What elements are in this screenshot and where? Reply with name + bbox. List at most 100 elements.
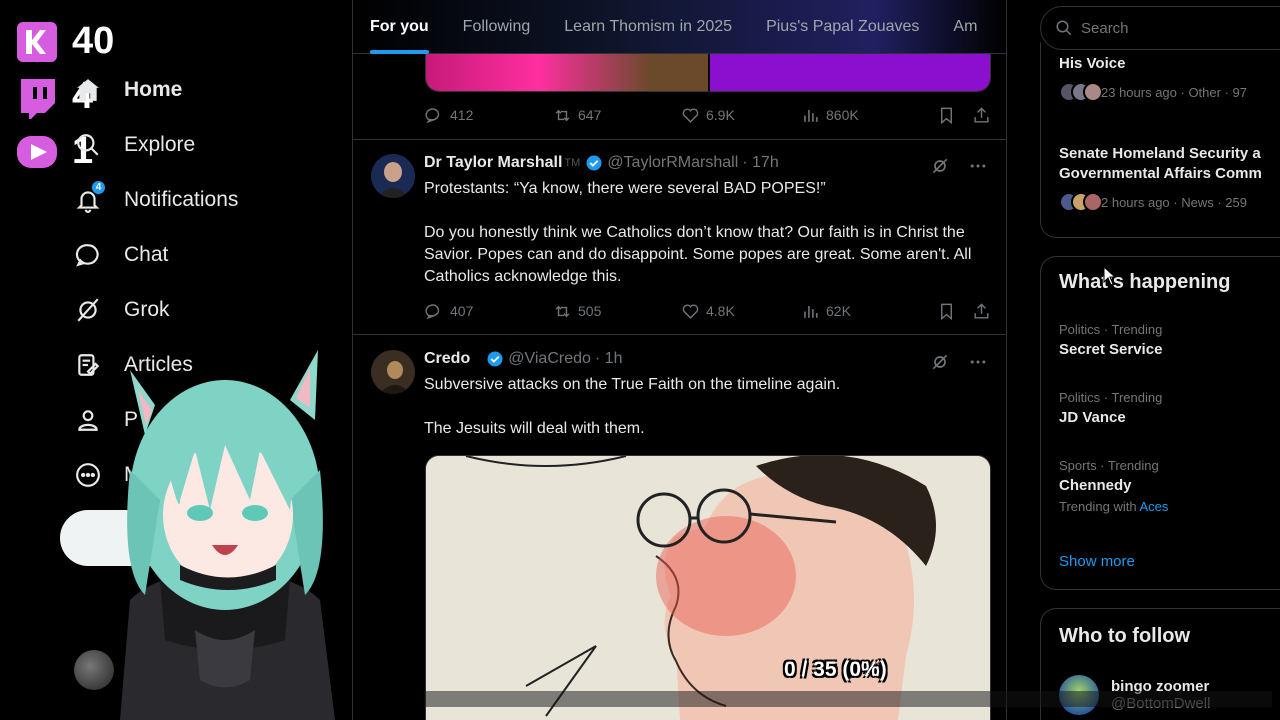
kick-count: 40	[72, 20, 115, 62]
progress-track	[424, 691, 1272, 707]
home-icon	[70, 72, 106, 108]
notifications-badge: 4	[91, 179, 106, 195]
post-header: Credo @ViaCredo · 1h	[424, 350, 622, 368]
twitch-logo-icon	[14, 74, 60, 120]
tab-papal-zouaves[interactable]: Pius's Papal Zouaves	[749, 0, 936, 54]
bookmark-icon[interactable]	[937, 302, 956, 321]
nav-chat[interactable]: Chat	[70, 227, 350, 282]
vtuber-avatar-overlay	[120, 350, 335, 720]
views-icon	[804, 109, 818, 122]
post-avatar[interactable]	[371, 350, 415, 394]
news-title: Senate Homeland Security a Governmental …	[1059, 145, 1262, 182]
repost-icon	[555, 109, 570, 121]
trend-with: Trending with Aces	[1059, 499, 1280, 514]
post-text: Protestants: “Ya know, there were severa…	[424, 180, 972, 285]
grok-icon	[70, 292, 106, 328]
nav-grok[interactable]: Grok	[70, 282, 350, 337]
nav-explore[interactable]: Explore	[70, 117, 350, 172]
trend-context: Sports · Trending	[1059, 458, 1159, 473]
verified-badge-icon	[586, 155, 602, 171]
post-time[interactable]: · 17h	[742, 154, 778, 172]
nav-notifications[interactable]: 4 Notifications	[70, 172, 350, 227]
bell-icon: 4	[70, 179, 106, 218]
post-divider	[353, 334, 1006, 335]
news-meta-text: 2 hours ago · News · 259	[1101, 194, 1247, 210]
tab-for-you[interactable]: For you	[353, 0, 446, 54]
trend-context: Politics · Trending	[1059, 322, 1163, 337]
trend-context: Politics · Trending	[1059, 390, 1163, 405]
kick-viewer-count: 40	[14, 14, 139, 69]
like-count: 6.9K	[706, 107, 735, 123]
trend-name: Secret Service	[1059, 341, 1163, 358]
like-button[interactable]: 6.9K	[681, 106, 801, 125]
tab-following[interactable]: Following	[446, 0, 548, 54]
author-name[interactable]: Dr Taylor Marshall	[424, 154, 562, 172]
more-options-icon[interactable]	[968, 352, 988, 372]
reply-button[interactable]: 412	[425, 106, 553, 125]
post-extra-actions	[937, 106, 991, 125]
post-tools	[930, 352, 988, 372]
views-button[interactable]: 860K	[801, 106, 921, 125]
timeline-tabs: For you Following Learn Thomism in 2025 …	[353, 0, 1006, 54]
views-button[interactable]: 62K	[801, 302, 921, 321]
heart-icon	[682, 107, 699, 123]
trend-item[interactable]: Politics · Trending Secret Service	[1059, 322, 1280, 358]
post-extra-actions	[937, 302, 991, 321]
trend-item[interactable]: Sports · Trending Chennedy Trending with…	[1059, 458, 1280, 514]
post-text: Subversive attacks on the True Faith on …	[424, 376, 841, 437]
post-image[interactable]	[425, 455, 991, 720]
like-button[interactable]: 4.8K	[681, 302, 801, 321]
repost-button[interactable]: 505	[553, 302, 681, 321]
post-time[interactable]: · 1h	[595, 350, 623, 368]
kick-logo-icon	[14, 19, 60, 65]
reply-icon	[425, 303, 440, 319]
news-meta-text: 23 hours ago · Other · 97	[1101, 84, 1247, 100]
share-icon[interactable]	[972, 106, 991, 125]
search-placeholder: Search	[1081, 19, 1129, 37]
news-meta: 2 hours ago · News · 259	[1059, 192, 1280, 212]
post-header: Dr Taylor Marshall TM @TaylorRMarshall ·…	[424, 154, 779, 172]
author-handle[interactable]: @ViaCredo	[508, 350, 591, 368]
reply-icon	[425, 107, 440, 123]
who-to-follow-title: Who to follow	[1059, 625, 1191, 647]
top-post-media-right	[710, 54, 990, 91]
bookmark-icon[interactable]	[937, 106, 956, 125]
repost-button[interactable]: 647	[553, 106, 681, 125]
search-icon	[70, 127, 106, 163]
trend-item[interactable]: Politics · Trending JD Vance	[1059, 390, 1280, 426]
author-handle[interactable]: @TaylorRMarshall	[607, 154, 738, 172]
show-more-link[interactable]: Show more	[1059, 553, 1135, 570]
reply-button[interactable]: 407	[425, 302, 553, 321]
verified-badge-icon	[487, 351, 503, 367]
post-image-illustration	[426, 456, 990, 720]
more-options-icon[interactable]	[968, 156, 988, 176]
share-icon[interactable]	[972, 302, 991, 321]
news-title: His Voice	[1059, 55, 1126, 72]
author-name[interactable]: Credo	[424, 350, 470, 368]
youtube-logo-icon	[14, 129, 60, 175]
news-card: His Voice 23 hours ago · Other · 97 Sena…	[1040, 42, 1280, 238]
top-post-media-left	[426, 54, 708, 91]
post-tools	[930, 156, 988, 176]
tab-am[interactable]: Am	[936, 0, 994, 54]
post-actions: 407 505 4.8K 62K	[425, 299, 991, 323]
author-name-suffix: TM	[564, 157, 581, 169]
news-item[interactable]: Senate Homeland Security a Governmental …	[1059, 144, 1280, 212]
post-avatar[interactable]	[371, 154, 415, 198]
tab-learn-thomism[interactable]: Learn Thomism in 2025	[547, 0, 749, 54]
top-post-actions: 412 647 6.9K 860K	[425, 103, 991, 127]
grok-icon[interactable]	[930, 352, 950, 372]
trend-with-link[interactable]: Aces	[1139, 499, 1168, 514]
nav-chat-label: Chat	[124, 242, 169, 266]
search-icon	[1056, 20, 1072, 36]
reply-count: 412	[450, 107, 474, 123]
news-item[interactable]: His Voice 23 hours ago · Other · 97	[1059, 54, 1280, 102]
grok-icon[interactable]	[930, 156, 950, 176]
whats-happening-title: What’s happening	[1059, 271, 1231, 293]
mouse-cursor-icon	[1103, 266, 1117, 286]
nav-home[interactable]: Home	[70, 62, 350, 117]
trend-name: JD Vance	[1059, 409, 1126, 426]
top-post-media[interactable]	[425, 54, 991, 92]
post-divider	[353, 139, 1006, 140]
repost-count: 647	[578, 107, 602, 123]
